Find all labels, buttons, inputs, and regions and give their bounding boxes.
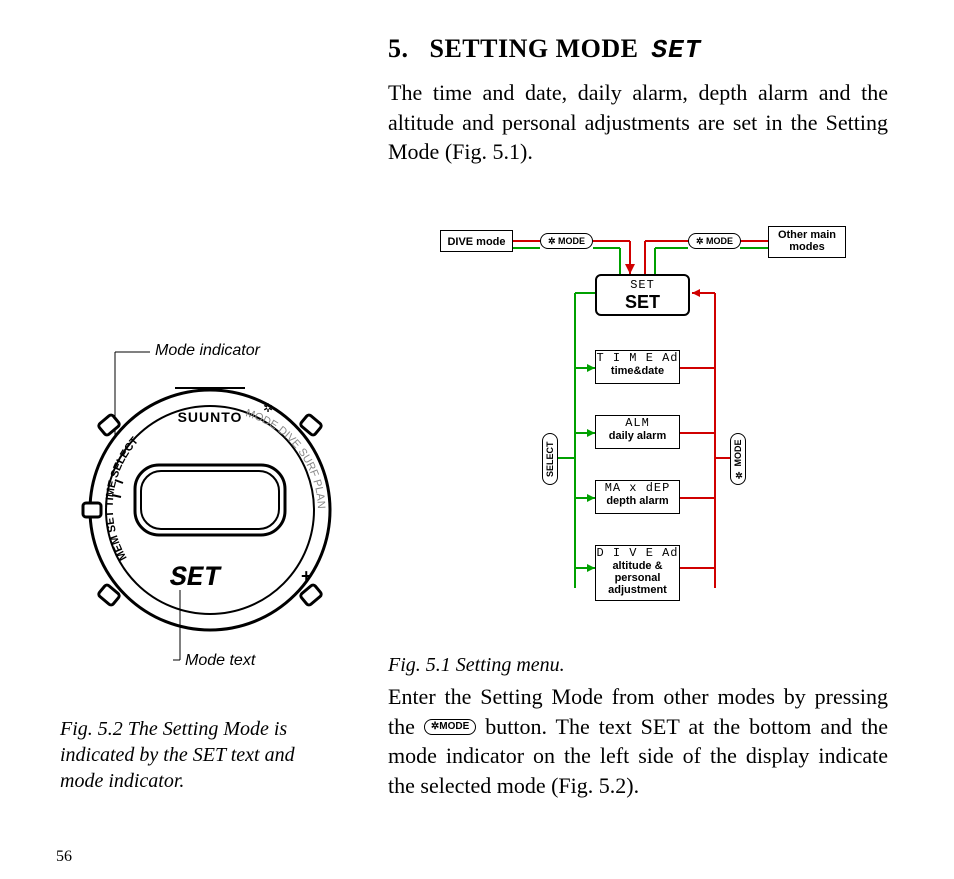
second-paragraph: Enter the Setting Mode from other modes … [388,682,888,801]
figure-5-2-caption: Fig. 5.2 The Setting Mode is indicated b… [60,716,340,794]
dive-mode-box: DIVE mode [440,230,513,252]
svg-text:SUUNTO: SUUNTO [178,409,243,425]
select-button: SELECT [542,433,558,485]
svg-text:✲: ✲ [263,401,273,415]
heading-title: SETTING MODE [430,34,639,63]
other-modes-box: Other main modes [768,226,846,258]
heading-number: 5. [388,34,409,63]
figure-5-1-caption: Fig. 5.1 Setting menu. [388,654,565,677]
dive-adjust-box: D I V E Ad altitude & personal adjustmen… [595,545,680,601]
mode-button-left: ✲ MODE [540,233,593,249]
mode-indicator-label: Mode indicator [155,342,260,360]
page-number: 56 [56,848,72,866]
heading-segment: SET [652,35,702,65]
figure-5-2: SET SUUNTO MEM SET TIME SELECT MODE DIVE… [55,340,355,690]
section-heading: 5. SETTING MODE SET [388,34,701,65]
set-box: SET SET [595,274,690,316]
svg-text:SET: SET [170,563,223,594]
mode-button-inline: ✲MODE [424,719,476,735]
mode-text-label: Mode text [185,652,255,670]
svg-text:+: + [301,566,312,586]
depth-alarm-box: MA x dEP depth alarm [595,480,680,514]
daily-alarm-box: ALM daily alarm [595,415,680,449]
mode-button-vertical: ✲ MODE [730,433,746,485]
figure-5-1: DIVE mode ✲ MODE ✲ MODE Other main modes… [430,218,870,618]
time-date-box: T I M E Ad time&date [595,350,680,384]
intro-paragraph: The time and date, daily alarm, depth al… [388,78,888,167]
mode-button-right: ✲ MODE [688,233,741,249]
